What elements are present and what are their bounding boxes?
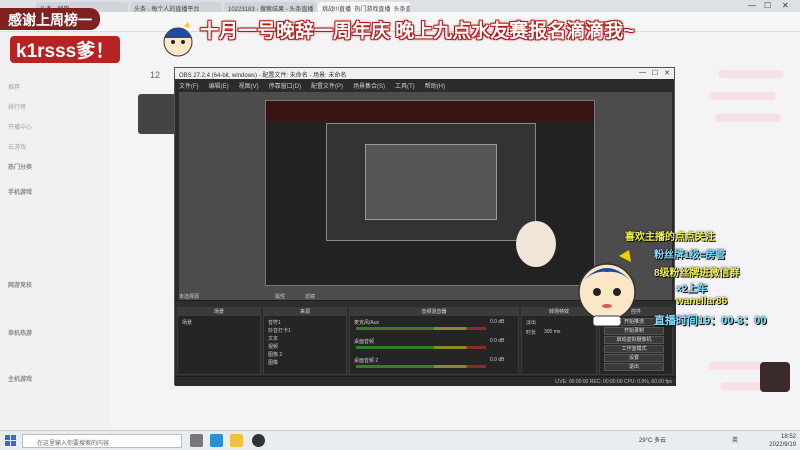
obs-menu-item[interactable]: 帮助(H) [425, 81, 445, 90]
preview-nested-capture-2 [326, 123, 536, 241]
mixer-channel-name: 桌面音频 [354, 339, 375, 345]
overlay-top-supporter: 感谢上周榜一 [0, 8, 100, 30]
overlay-supporter-name: k1rsss爹！ [10, 36, 121, 63]
obs-status-bar: LIVE: 00:00:00 REC: 00:00:00 CPU: 0.9%, … [175, 376, 676, 386]
file-explorer-icon[interactable] [230, 434, 243, 447]
system-tray: 29°C 多云 英 18:52 2022/9/19 [639, 433, 796, 449]
sidebar-section: 主机游戏 [8, 377, 33, 383]
chat-bubble [715, 114, 781, 122]
obs-menu-item[interactable]: 配置文件(P) [311, 81, 343, 90]
clock-date[interactable]: 2022/9/19 [769, 441, 796, 449]
obs-close-icon[interactable]: ✕ [664, 69, 670, 77]
no-source-label: 未选择源 [179, 294, 200, 300]
exit-button[interactable]: 退出 [604, 363, 664, 371]
transition-duration-input[interactable]: 300 ms [544, 329, 560, 335]
source-item[interactable]: 图像 2 [268, 351, 282, 358]
overlay-stream-time: 直播时间19：00-3：00 [654, 315, 767, 327]
sources-dock-title: 来源 [264, 308, 346, 316]
chat-bubble [718, 70, 784, 78]
virtual-camera-button[interactable]: 启动虚拟摄像机 [604, 336, 664, 344]
audio-mixer-dock: 音频混音器 麦克风/Aux 0.0 dB 桌面音频 0.0 dB 桌面音频 2 … [349, 307, 519, 375]
sidebar-item-recommend[interactable]: 推荐 [8, 82, 20, 91]
source-item[interactable]: 文本 [268, 335, 278, 342]
obs-maximize-icon[interactable]: ☐ [652, 69, 658, 77]
browser-tab[interactable]: 头条 - 每个人的直播平台 [130, 2, 222, 12]
overlay-follow-text: 喜欢主播的点点关注 [625, 232, 715, 243]
mascot-icon [578, 250, 636, 327]
obs-menu-item[interactable]: 文件(F) [179, 81, 199, 90]
obs-menu-item[interactable]: 视图(V) [239, 81, 259, 90]
maximize-icon[interactable]: ☐ [764, 1, 771, 10]
sidebar-item-streamer-center[interactable]: 开播中心 [8, 122, 32, 131]
obs-window: OBS 27.2.4 (64-bit, windows) - 配置文件: 未命名… [174, 67, 676, 386]
volume-meter [356, 365, 486, 368]
app-badge-icon[interactable] [760, 362, 790, 392]
obs-menu-item[interactable]: 场景集合(S) [353, 81, 385, 90]
sidebar-section: 手机游戏 [8, 190, 33, 196]
source-item[interactable]: 抖音打卡1 [268, 327, 291, 334]
volume-meter [356, 327, 486, 330]
source-item[interactable]: 音符1 [268, 319, 281, 326]
ime-indicator[interactable]: 英 [732, 437, 738, 445]
audio-mixer-title: 音频混音器 [350, 308, 518, 316]
windows-start-icon[interactable] [5, 435, 17, 447]
scrolling-announcement: 十月一号晚辞一周年庆 晚上九点水友赛报名滴滴我~ [200, 21, 635, 42]
scenes-dock-title: 场景 [178, 308, 260, 316]
obs-title-bar: OBS 27.2.4 (64-bit, windows) - 配置文件: 未命名… [175, 68, 674, 79]
obs-minimize-icon[interactable]: — [639, 69, 646, 76]
source-item[interactable]: 图像 [268, 359, 278, 366]
transition-duration-label: 时长 [526, 330, 537, 336]
viewer-count: 12 [150, 70, 161, 80]
close-icon[interactable]: ✕ [782, 1, 789, 10]
taskbar-search-input[interactable]: 在这里输入你要搜索的内容 [22, 434, 182, 448]
volume-meter [356, 346, 486, 349]
task-view-icon[interactable] [190, 434, 203, 447]
edge-icon[interactable] [210, 434, 223, 447]
sidebar-item-rank[interactable]: 排行榜 [8, 102, 26, 111]
mixer-channel-db: 0.0 dB [490, 319, 505, 325]
overlay-wechat-group-text: 8级粉丝牌进微信群 [654, 268, 740, 279]
sidebar-item-cloud-game[interactable]: 云游戏 [8, 142, 26, 151]
transition-mode[interactable]: 淡出 [526, 319, 536, 326]
overlay-boarding-text: ×2上车 [676, 284, 708, 295]
streamer-avatar[interactable] [138, 94, 178, 134]
source-item[interactable]: 视频 [268, 343, 278, 350]
sidebar-section: 网游竞技 [8, 283, 33, 289]
sidebar-section: 热门分类 [8, 165, 33, 171]
mixer-channel-name: 桌面音频 2 [354, 358, 379, 364]
browser-tab[interactable]: 10223183 - 搜索结果 - 头条直播 [224, 2, 316, 12]
preview-mascot-icon [516, 221, 556, 267]
filters-button[interactable]: 滤镜 [305, 293, 315, 300]
sidebar-section: 单机热游 [8, 331, 33, 337]
properties-button[interactable]: 属性 [275, 293, 285, 300]
scenes-dock: 场景 场景 [177, 307, 261, 375]
mascot-icon [163, 22, 193, 57]
sources-dock: 来源 音符1 抖音打卡1 文本 视频 图像 2 图像 [263, 307, 347, 375]
obs-menu-item[interactable]: 停靠窗口(D) [269, 81, 301, 90]
chat-bubble [710, 92, 776, 100]
browser-tab-active[interactable]: 挑战!!!直播_热门游戏直播_头条直播 [318, 2, 410, 12]
clock-time[interactable]: 18:52 [769, 433, 796, 441]
mixer-channel-name: 麦克风/Aux [354, 320, 380, 326]
mixer-channel-db: 0.0 dB [490, 357, 505, 363]
weather-text[interactable]: 29°C 多云 [639, 437, 666, 445]
preview-nested-capture-3 [365, 144, 497, 220]
settings-button[interactable]: 设置 [604, 354, 664, 362]
obs-menu-bar: 文件(F) 编辑(E) 视图(V) 停靠窗口(D) 配置文件(P) 场景集合(S… [175, 79, 674, 90]
browser-tab-bar: 头条 - 搜狗 头条 - 每个人的直播平台 10223183 - 搜索结果 - … [0, 0, 800, 12]
start-recording-button[interactable]: 开始录制 [604, 327, 664, 335]
obs-taskbar-icon[interactable] [252, 434, 265, 447]
preview-overlay-strip [266, 101, 594, 121]
preview-nested-capture [265, 100, 595, 286]
overlay-wechat-id: wanellar86 [676, 296, 728, 307]
minimize-icon[interactable]: — [748, 1, 756, 10]
windows-taskbar: 在这里输入你要搜索的内容 29°C 多云 英 18:52 2022/9/19 [0, 430, 800, 450]
scene-item[interactable]: 场景 [182, 319, 192, 326]
site-sidebar: 推荐 排行榜 开播中心 云游戏 热门分类 手机游戏 网游竞技 单机热游 主机游戏 [0, 32, 110, 430]
obs-menu-item[interactable]: 编辑(E) [209, 81, 229, 90]
mixer-channel-db: 0.0 dB [490, 338, 505, 344]
obs-menu-item[interactable]: 工具(T) [395, 81, 415, 90]
studio-mode-button[interactable]: 工作室模式 [604, 345, 664, 353]
overlay-fan-badge-text: 粉丝牌1级=房管 [654, 250, 726, 261]
